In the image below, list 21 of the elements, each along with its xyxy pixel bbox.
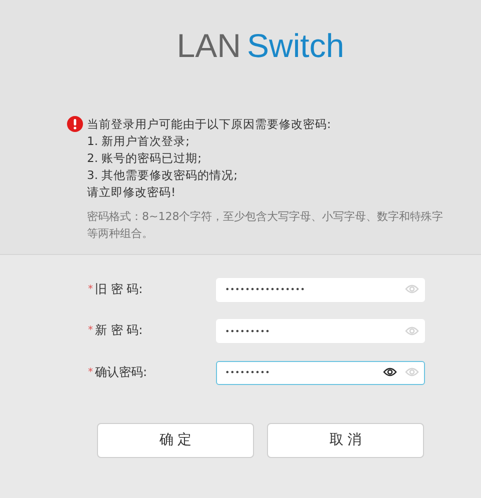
notice-line: 请立即修改密码! <box>87 184 177 201</box>
format-hint: 密码格式：8~128个字符，至少包含大写字母、小写字母、数字和特殊字 <box>87 209 444 225</box>
field-label: 旧 密 码: <box>95 280 143 298</box>
password-field[interactable]: ••••••••• <box>216 360 425 384</box>
notice-title: 当前登录用户可能由于以下原因需要修改密码: <box>87 116 332 133</box>
eye-icon[interactable] <box>383 367 397 377</box>
required-mark: * <box>88 366 93 378</box>
password-field[interactable]: •••••••••••••••• <box>216 278 425 302</box>
required-mark: * <box>88 325 93 336</box>
notice-line: 1. 新用户首次登录; <box>87 133 191 150</box>
field-label: 确认密码: <box>95 364 148 380</box>
required-mark: * <box>88 284 93 294</box>
field-label: 新 密 码: <box>95 322 143 339</box>
password-field[interactable]: ••••••••• <box>216 319 425 343</box>
notice-line: 2. 账号的密码已过期; <box>87 150 203 167</box>
format-hint: 等两种组合。 <box>87 226 154 242</box>
confirm-button[interactable]: 确 定 <box>97 422 254 458</box>
notice-line: 3. 其他需要修改密码的情况; <box>87 167 239 184</box>
cancel-button[interactable]: 取 消 <box>267 422 424 458</box>
logo: LAN Switch <box>176 26 346 66</box>
warning-icon <box>67 116 83 132</box>
